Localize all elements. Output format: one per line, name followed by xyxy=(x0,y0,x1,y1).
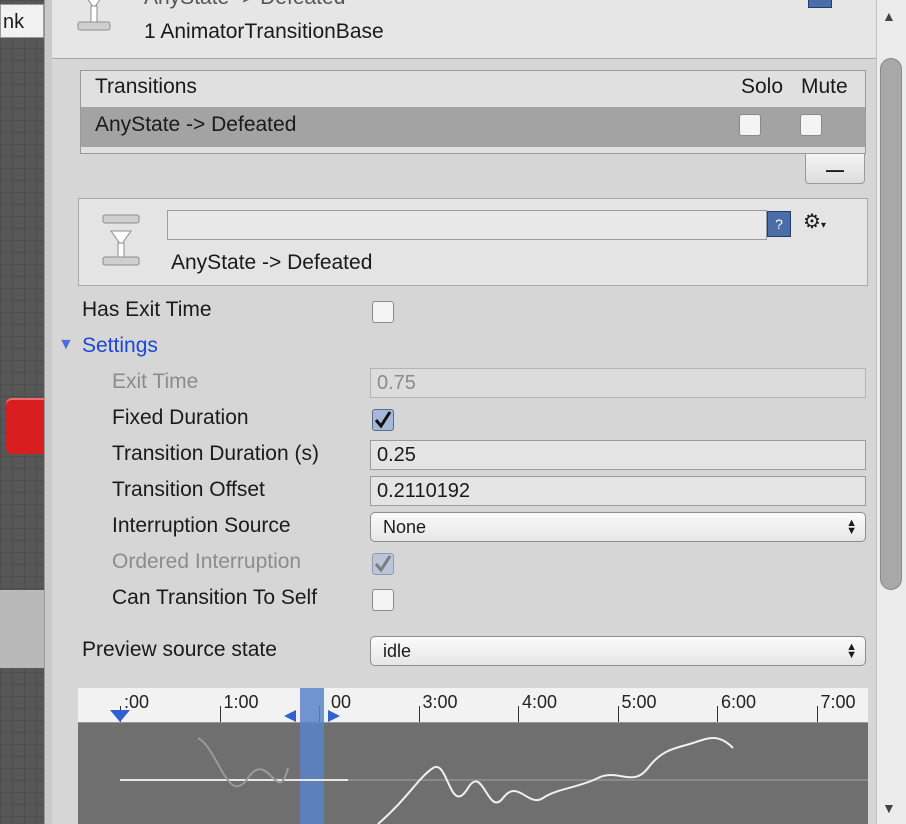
interruption-source-select[interactable]: None ▲ ▼ xyxy=(370,512,866,542)
inspector-header: AnyState -> Defeated 1 AnimatorTransitio… xyxy=(52,0,876,59)
transition-timeline[interactable]: :00 1:00 00 3:00 4:00 5:00 6:00 7:00 xyxy=(78,688,868,824)
interruption-source-label: Interruption Source xyxy=(112,514,291,537)
solo-checkbox[interactable] xyxy=(739,114,761,136)
transition-title: AnyState -> Defeated xyxy=(171,251,373,274)
scroll-down-icon[interactable]: ▼ xyxy=(882,800,896,816)
animator-state-node-gray[interactable] xyxy=(0,590,44,668)
transition-duration-field[interactable]: 0.25 xyxy=(370,440,866,470)
checkmark-icon xyxy=(374,411,392,429)
exit-time-label: Exit Time xyxy=(112,370,199,393)
preview-source-state-label: Preview source state xyxy=(82,638,277,661)
mute-checkbox[interactable] xyxy=(800,114,822,136)
transitions-list: Transitions Solo Mute AnyState -> Defeat… xyxy=(80,70,866,154)
fixed-duration-label: Fixed Duration xyxy=(112,406,249,429)
help-icon[interactable] xyxy=(808,0,832,8)
transition-name-field[interactable] xyxy=(167,210,767,240)
timeline-curves xyxy=(110,710,868,824)
transitions-header: Transitions xyxy=(95,75,197,98)
exit-time-field[interactable]: 0.75 xyxy=(370,368,866,398)
inspector-panel: AnyState -> Defeated 1 AnimatorTransitio… xyxy=(52,0,876,824)
select-arrows-icon: ▲ ▼ xyxy=(846,641,857,661)
animator-state-node[interactable] xyxy=(6,398,44,454)
left-window-tab[interactable]: nk xyxy=(0,4,44,38)
scrollbar-thumb[interactable] xyxy=(880,58,902,590)
can-transition-to-self-label: Can Transition To Self xyxy=(112,586,318,609)
mute-column-header: Mute xyxy=(801,75,848,98)
preview-source-state-value: idle xyxy=(383,641,412,661)
transition-header: ? ⚙▾ AnyState -> Defeated xyxy=(78,198,868,286)
object-count-label: 1 AnimatorTransitionBase xyxy=(144,20,384,43)
remove-transition-button[interactable]: — xyxy=(805,154,865,184)
settings-foldout[interactable]: Settings xyxy=(82,334,158,358)
help-icon[interactable]: ? xyxy=(767,211,791,237)
ordered-interruption-checkbox[interactable] xyxy=(372,553,394,575)
preview-source-state-select[interactable]: idle ▲ ▼ xyxy=(370,636,866,666)
transition-offset-field[interactable]: 0.2110192 xyxy=(370,476,866,506)
settings-foldout-arrow-icon[interactable]: ▼ xyxy=(58,336,74,354)
inspector-title: AnyState -> Defeated xyxy=(144,0,345,10)
select-arrows-icon: ▲ ▼ xyxy=(846,517,857,537)
transition-duration-label: Transition Duration (s) xyxy=(112,442,319,465)
gear-icon[interactable]: ⚙▾ xyxy=(803,209,826,234)
transition-offset-label: Transition Offset xyxy=(112,478,265,501)
scroll-up-icon[interactable]: ▲ xyxy=(882,8,896,24)
transition-icon xyxy=(102,214,140,266)
solo-column-header: Solo xyxy=(741,75,784,98)
has-exit-time-checkbox[interactable] xyxy=(372,301,394,323)
has-exit-time-label: Has Exit Time xyxy=(82,298,212,321)
transition-icon xyxy=(77,0,111,31)
transition-row[interactable]: AnyState -> Defeated xyxy=(81,107,865,147)
checkmark-icon xyxy=(374,555,392,573)
interruption-source-value: None xyxy=(383,517,427,537)
can-transition-to-self-checkbox[interactable] xyxy=(372,589,394,611)
fixed-duration-checkbox[interactable] xyxy=(372,409,394,431)
ordered-interruption-label: Ordered Interruption xyxy=(112,550,302,573)
transition-row-label: AnyState -> Defeated xyxy=(95,113,297,136)
